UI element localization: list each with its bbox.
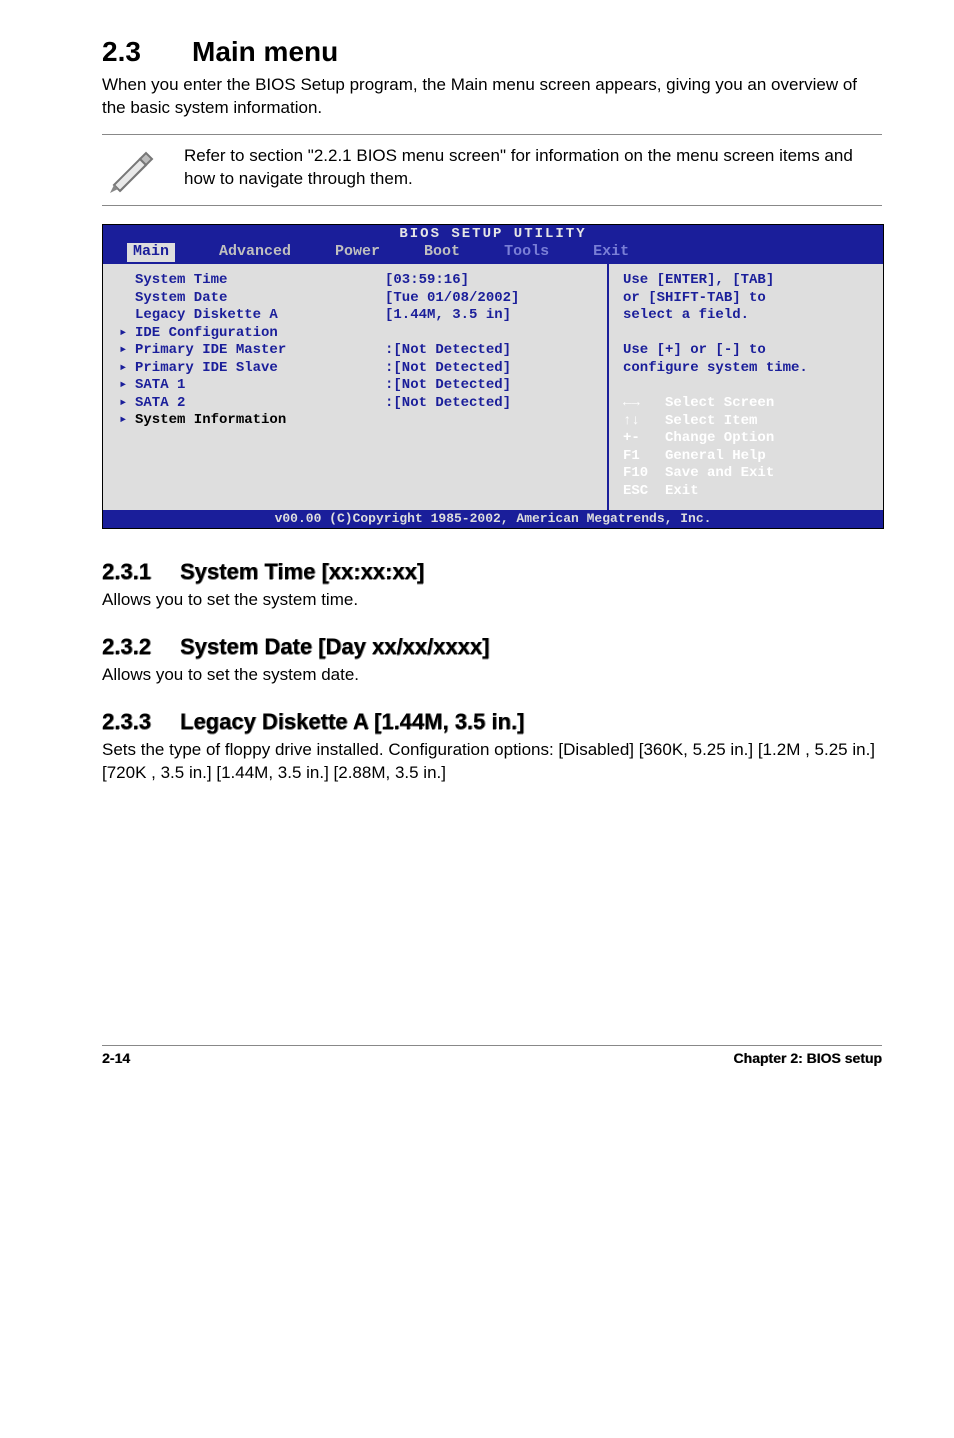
- bios-help-line: select a field.: [623, 307, 873, 325]
- bios-field-value: [Tue 01/08/2002]: [385, 290, 519, 308]
- bios-screenshot: BIOS SETUP UTILITY Main Advanced Power B…: [102, 224, 884, 530]
- bios-help-line: [623, 325, 873, 343]
- triangle-icon: [119, 290, 135, 308]
- bios-key-row: ↑↓Select Item: [623, 413, 873, 431]
- triangle-icon: [119, 272, 135, 290]
- bios-help-text: Use [ENTER], [TAB]or [SHIFT-TAB] toselec…: [623, 272, 873, 377]
- bios-row: System Date[Tue 01/08/2002]: [119, 290, 597, 308]
- bios-field-label: Primary IDE Slave: [135, 360, 385, 378]
- note-box: Refer to section "2.2.1 BIOS menu screen…: [102, 134, 882, 206]
- bios-tab-boot: Boot: [424, 243, 460, 262]
- bios-key-legend: ←→Select Screen↑↓Select Item+-Change Opt…: [623, 395, 873, 500]
- bios-footer: v00.00 (C)Copyright 1985-2002, American …: [103, 510, 883, 528]
- bios-key: ←→: [623, 395, 665, 413]
- triangle-icon: ▸: [119, 412, 135, 430]
- section-title: Main menu: [192, 36, 338, 67]
- bios-tab-main: Main: [127, 243, 175, 262]
- bios-key-desc: Select Item: [665, 413, 757, 429]
- bios-field-value: :[Not Detected]: [385, 377, 511, 395]
- bios-key-row: ←→Select Screen: [623, 395, 873, 413]
- section-heading: 2.3Main menu: [102, 36, 882, 68]
- bios-key-row: ESCExit: [623, 483, 873, 501]
- bios-field-label: System Date: [135, 290, 385, 308]
- triangle-icon: ▸: [119, 325, 135, 343]
- triangle-icon: ▸: [119, 395, 135, 413]
- bios-tab-power: Power: [335, 243, 380, 262]
- subsection-number: 2.3.2: [102, 634, 180, 660]
- bios-key-desc: General Help: [665, 448, 766, 464]
- bios-key: ESC: [623, 483, 665, 501]
- triangle-icon: ▸: [119, 377, 135, 395]
- bios-field-value: [1.44M, 3.5 in]: [385, 307, 511, 325]
- bios-field-label: Primary IDE Master: [135, 342, 385, 360]
- subsection-title: System Date [Day xx/xx/xxxx]: [180, 634, 489, 659]
- bios-key: F1: [623, 448, 665, 466]
- page-number: 2-14: [102, 1050, 130, 1066]
- bios-row: System Time[03:59:16]: [119, 272, 597, 290]
- subsection-title: Legacy Diskette A [1.44M, 3.5 in.]: [180, 709, 524, 734]
- bios-row: ▸Primary IDE Master:[Not Detected]: [119, 342, 597, 360]
- subsection-body: Allows you to set the system time.: [102, 589, 882, 612]
- bios-help-line: Use [ENTER], [TAB]: [623, 272, 873, 290]
- bios-key: ↑↓: [623, 413, 665, 431]
- bios-row: ▸IDE Configuration: [119, 325, 597, 343]
- bios-row: ▸SATA 2:[Not Detected]: [119, 395, 597, 413]
- bios-field-label: System Time: [135, 272, 385, 290]
- subsection-heading: 2.3.1System Time [xx:xx:xx]: [102, 559, 882, 585]
- bios-tab-tools: Tools: [504, 243, 549, 262]
- bios-field-label: SATA 1: [135, 377, 385, 395]
- bios-help-line: configure system time.: [623, 360, 873, 378]
- triangle-icon: [119, 307, 135, 325]
- section-number: 2.3: [102, 36, 192, 68]
- bios-row: ▸SATA 1:[Not Detected]: [119, 377, 597, 395]
- bios-menubar: Main Advanced Power Boot Tools Exit: [103, 243, 883, 264]
- intro-paragraph: When you enter the BIOS Setup program, t…: [102, 74, 882, 120]
- chapter-label: Chapter 2: BIOS setup: [733, 1050, 882, 1066]
- bios-tab-exit: Exit: [593, 243, 629, 262]
- bios-row: ▸Primary IDE Slave:[Not Detected]: [119, 360, 597, 378]
- bios-field-value: [03:59:16]: [385, 272, 469, 290]
- bios-field-value: :[Not Detected]: [385, 342, 511, 360]
- bios-key-row: F1General Help: [623, 448, 873, 466]
- pencil-icon: [102, 145, 158, 193]
- bios-key-row: +-Change Option: [623, 430, 873, 448]
- bios-help-line: or [SHIFT-TAB] to: [623, 290, 873, 308]
- bios-field-label: System Information: [135, 412, 385, 430]
- bios-help-line: Use [+] or [-] to: [623, 342, 873, 360]
- bios-key-desc: Select Screen: [665, 395, 774, 411]
- bios-key-desc: Change Option: [665, 430, 774, 446]
- bios-key-desc: Save and Exit: [665, 465, 774, 481]
- note-text: Refer to section "2.2.1 BIOS menu screen…: [184, 145, 882, 191]
- bios-field-label: IDE Configuration: [135, 325, 385, 343]
- bios-key-desc: Exit: [665, 483, 699, 499]
- subsection-body: Allows you to set the system date.: [102, 664, 882, 687]
- subsection-number: 2.3.1: [102, 559, 180, 585]
- bios-field-label: SATA 2: [135, 395, 385, 413]
- bios-field-value: :[Not Detected]: [385, 360, 511, 378]
- bios-row: Legacy Diskette A[1.44M, 3.5 in]: [119, 307, 597, 325]
- triangle-icon: ▸: [119, 360, 135, 378]
- bios-tab-advanced: Advanced: [219, 243, 291, 262]
- bios-right-panel: Use [ENTER], [TAB]or [SHIFT-TAB] toselec…: [607, 264, 883, 510]
- bios-title: BIOS SETUP UTILITY: [103, 225, 883, 244]
- bios-key: +-: [623, 430, 665, 448]
- subsection-body: Sets the type of floppy drive installed.…: [102, 739, 882, 785]
- subsection-heading: 2.3.2System Date [Day xx/xx/xxxx]: [102, 634, 882, 660]
- bios-left-panel: System Time[03:59:16] System Date[Tue 01…: [103, 264, 607, 510]
- bios-key-row: F10Save and Exit: [623, 465, 873, 483]
- bios-key: F10: [623, 465, 665, 483]
- subsection-number: 2.3.3: [102, 709, 180, 735]
- page-footer: 2-14 Chapter 2: BIOS setup: [102, 1045, 882, 1066]
- bios-field-value: :[Not Detected]: [385, 395, 511, 413]
- subsection-heading: 2.3.3Legacy Diskette A [1.44M, 3.5 in.]: [102, 709, 882, 735]
- subsection-title: System Time [xx:xx:xx]: [180, 559, 424, 584]
- triangle-icon: ▸: [119, 342, 135, 360]
- bios-field-label: Legacy Diskette A: [135, 307, 385, 325]
- bios-row: ▸System Information: [119, 412, 597, 430]
